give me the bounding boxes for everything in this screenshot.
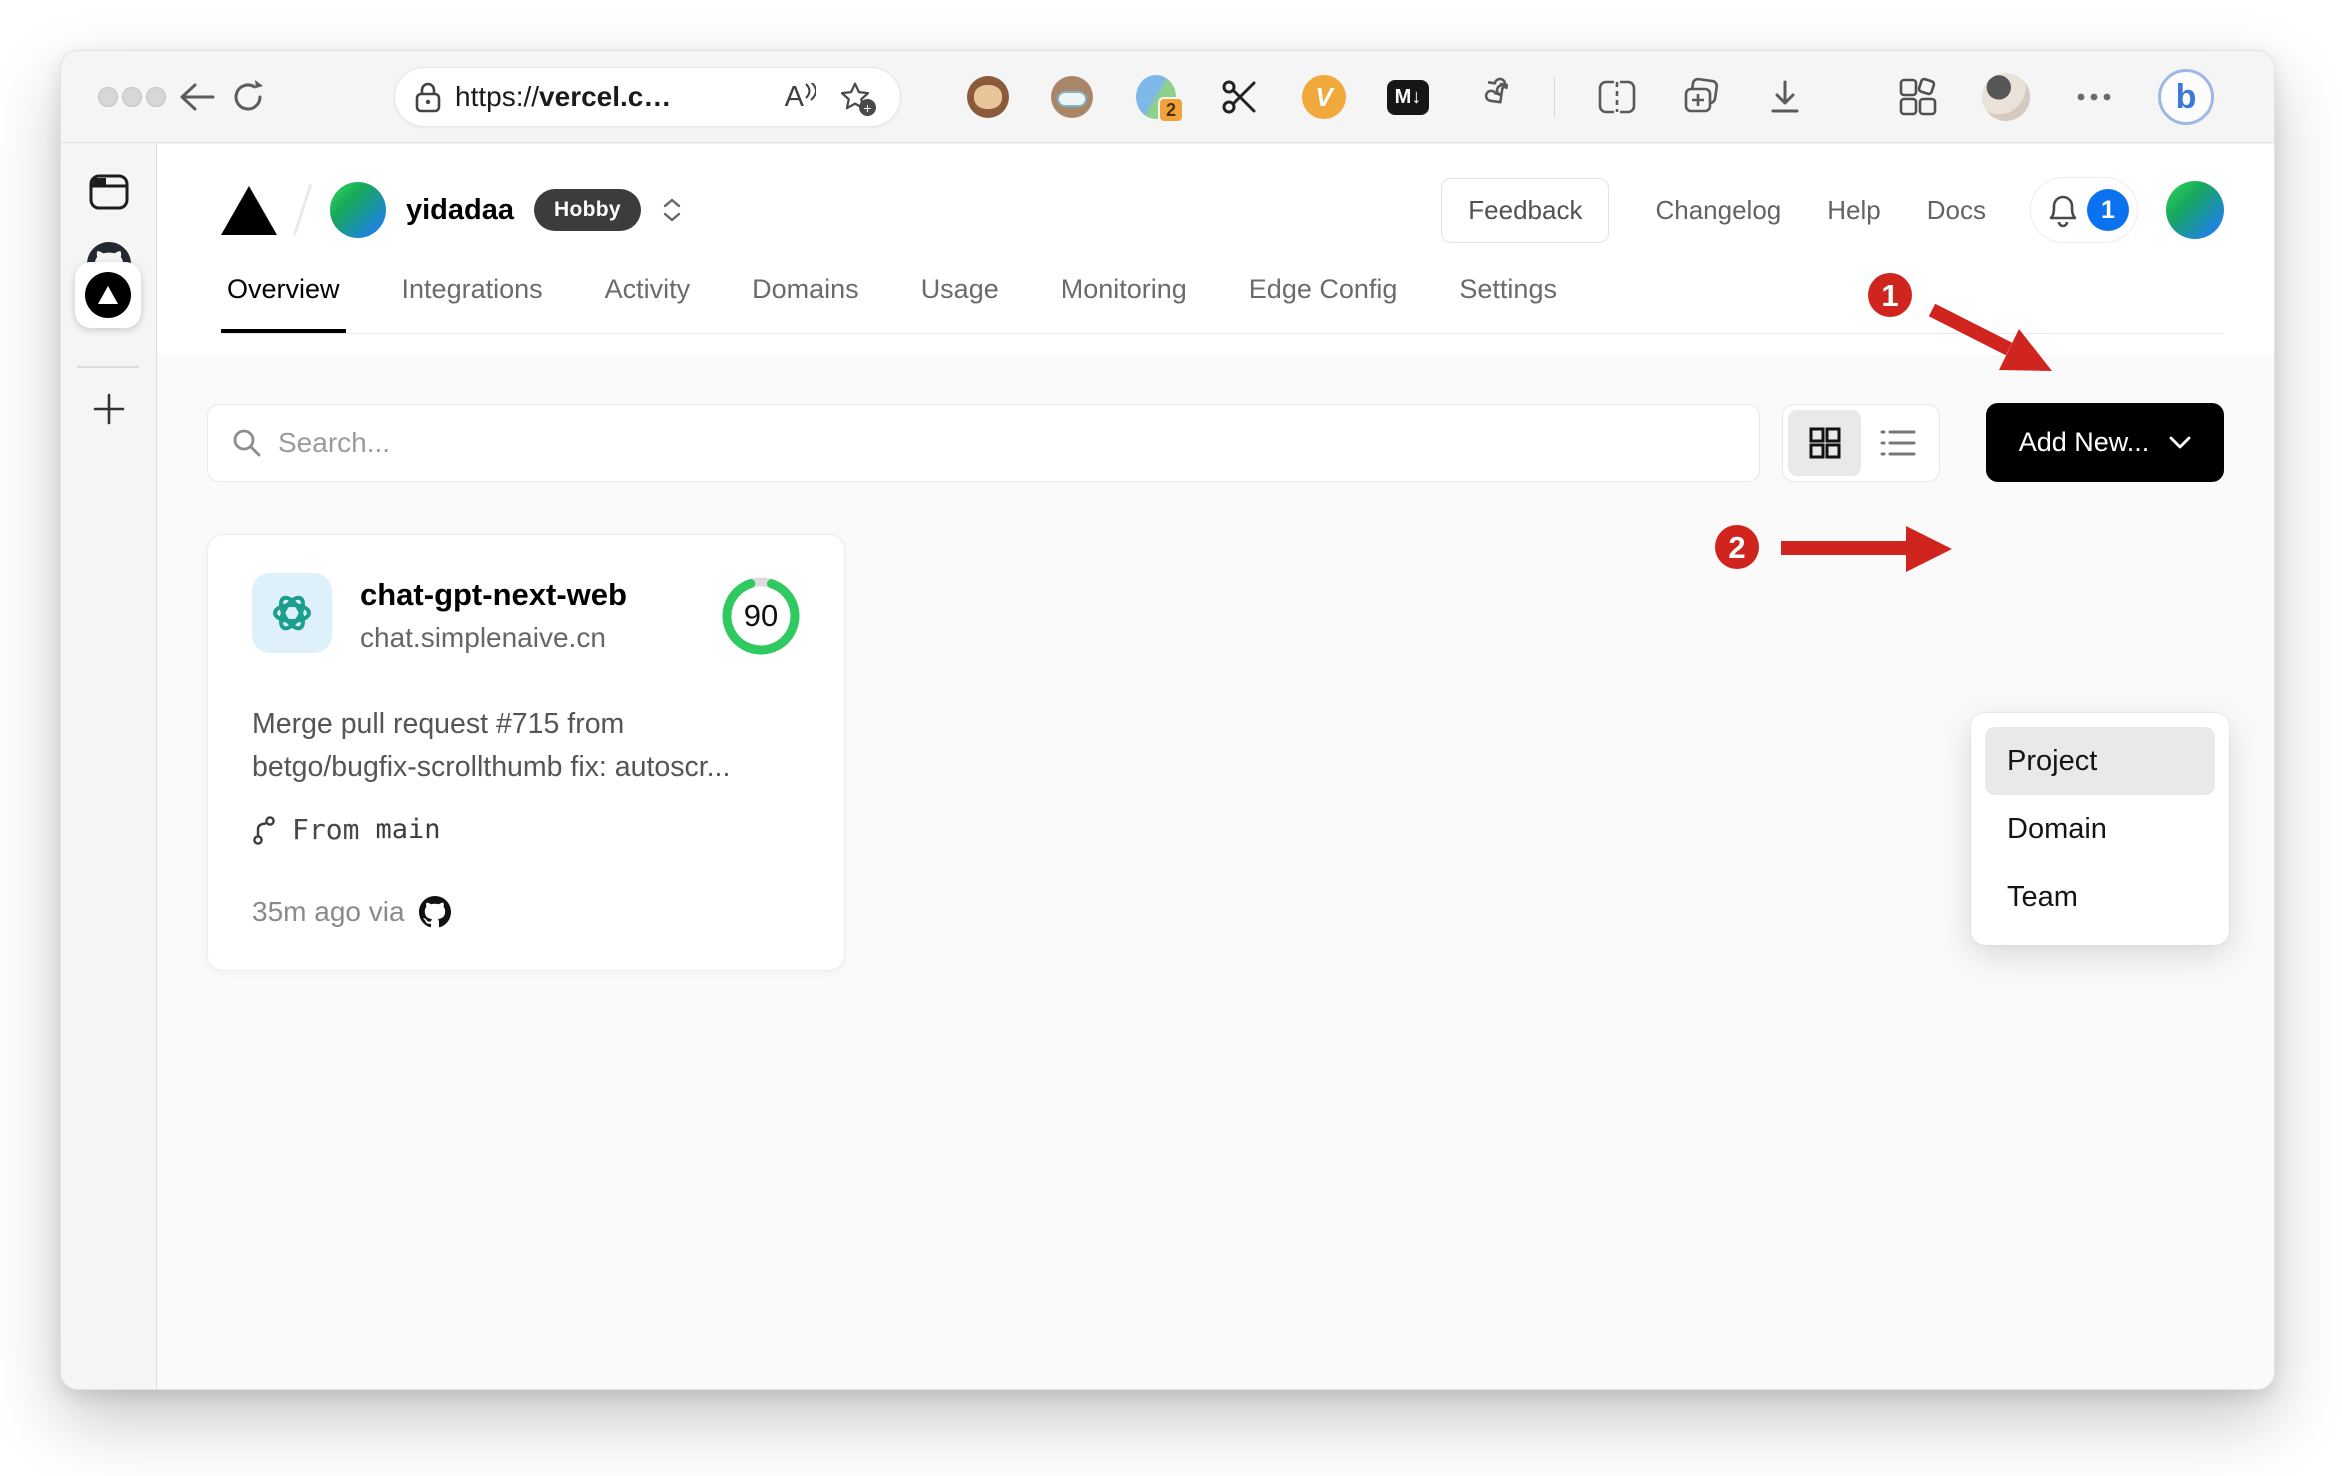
edge-sidebar: [61, 144, 157, 1389]
minimize-window-button[interactable]: [122, 87, 142, 107]
vercel-tab-active[interactable]: [75, 262, 141, 328]
notifications-button[interactable]: 1: [2030, 177, 2138, 243]
team-name[interactable]: yidadaa: [406, 194, 514, 227]
view-toggle: [1782, 403, 1940, 482]
new-tab-plus-icon[interactable]: [61, 392, 157, 426]
bell-icon: [2049, 195, 2077, 228]
tab-activity[interactable]: Activity: [599, 274, 697, 333]
vercel-page: yidadaa Hobby Feedback Changelog Help Do…: [157, 144, 2274, 1389]
project-search[interactable]: [207, 403, 1760, 482]
more-menu-icon[interactable]: [2072, 75, 2116, 119]
scissors-extension-icon[interactable]: [1218, 75, 1262, 119]
search-icon: [233, 429, 261, 456]
favorites-star-icon[interactable]: +: [838, 80, 876, 116]
dropdown-item-project[interactable]: Project: [1985, 727, 2215, 795]
address-bar[interactable]: https://vercel.c… A +: [394, 67, 901, 127]
extensions-row: 2 V M↓: [966, 51, 1807, 143]
url-text: https://vercel.c…: [455, 81, 672, 112]
search-input[interactable]: [278, 426, 1749, 459]
markdown-extension-icon[interactable]: M↓: [1386, 75, 1430, 119]
user-avatar[interactable]: [2166, 181, 2224, 239]
dropdown-item-domain[interactable]: Domain: [1985, 795, 2215, 863]
branch-name: main: [375, 814, 441, 845]
translate-extension-icon[interactable]: 2: [1134, 75, 1184, 123]
vercel-nav-tabs: Overview Integrations Activity Domains U…: [221, 274, 2224, 334]
split-screen-icon[interactable]: [1595, 75, 1639, 119]
refresh-icon[interactable]: [226, 75, 270, 119]
tampermonkey-icon[interactable]: [966, 75, 1010, 119]
dropdown-item-team[interactable]: Team: [1985, 863, 2215, 931]
github-icon: [418, 896, 451, 928]
browser-window: https://vercel.c… A + 2 V M↓ b yidadaa H…: [60, 50, 2275, 1390]
project-card[interactable]: chat-gpt-next-web chat.simplenaive.cn 90: [207, 534, 845, 971]
branch-from-label: From: [292, 813, 360, 846]
add-new-dropdown: Project Domain Team: [1971, 713, 2229, 945]
chevron-down-icon: [2169, 436, 2191, 449]
openai-project-icon: [252, 573, 332, 653]
team-switcher-icon[interactable]: [663, 198, 681, 222]
add-new-button[interactable]: Add New...: [1986, 403, 2224, 482]
tab-usage[interactable]: Usage: [915, 274, 1005, 333]
grid-view-button[interactable]: [1788, 409, 1861, 476]
v-extension-icon[interactable]: V: [1302, 75, 1346, 119]
tab-overview[interactable]: Overview: [221, 274, 346, 333]
extensions-puzzle-icon[interactable]: [1470, 75, 1514, 119]
plan-badge: Hobby: [534, 189, 641, 231]
changelog-link[interactable]: Changelog: [1655, 195, 1781, 226]
team-avatar[interactable]: [330, 182, 386, 238]
notification-count-badge: 1: [2087, 189, 2129, 231]
deploy-meta: 35m ago via: [252, 896, 405, 927]
browser-toolbar: https://vercel.c… A + 2 V M↓ b: [61, 51, 2274, 143]
score-value: 90: [743, 598, 779, 633]
apps-grid-icon[interactable]: [1896, 75, 1940, 119]
git-branch-icon: [253, 815, 275, 845]
toolbar-divider: [1554, 77, 1555, 117]
lock-icon: [415, 82, 441, 113]
tab-settings[interactable]: Settings: [1453, 274, 1563, 333]
docs-link[interactable]: Docs: [1927, 195, 1986, 226]
translate-badge: 2: [1158, 97, 1184, 123]
breadcrumb-slash: [292, 183, 313, 237]
back-icon[interactable]: [175, 75, 219, 119]
tab-domains[interactable]: Domains: [746, 274, 865, 333]
tab-edge-config[interactable]: Edge Config: [1243, 274, 1404, 333]
collections-icon[interactable]: [1679, 75, 1723, 119]
close-window-button[interactable]: [98, 87, 118, 107]
sidebar-divider: [77, 366, 139, 368]
traffic-lights: [98, 87, 166, 107]
zoom-window-button[interactable]: [146, 87, 166, 107]
vercel-logo[interactable]: [221, 185, 277, 235]
bing-chat-icon[interactable]: b: [2158, 69, 2214, 125]
commit-message[interactable]: Merge pull request #715 from betgo/bugfi…: [252, 703, 804, 789]
tab-monitoring[interactable]: Monitoring: [1055, 274, 1193, 333]
list-view-icon: [1880, 430, 1915, 455]
toolbar-right: b: [1896, 51, 2214, 143]
project-domain[interactable]: chat.simplenaive.cn: [360, 622, 718, 654]
analytics-score-ring[interactable]: 90: [718, 573, 804, 659]
help-link[interactable]: Help: [1827, 195, 1880, 226]
browser-profile-avatar[interactable]: [1982, 73, 2030, 121]
project-name[interactable]: chat-gpt-next-web: [360, 573, 718, 613]
avatar-extension-icon[interactable]: [1050, 75, 1094, 119]
sidebar-pane-icon[interactable]: [61, 174, 157, 210]
downloads-icon[interactable]: [1763, 75, 1807, 119]
list-view-button[interactable]: [1861, 410, 1934, 476]
read-aloud-icon[interactable]: A: [785, 81, 816, 114]
grid-view-icon: [1809, 427, 1840, 458]
feedback-button[interactable]: Feedback: [1441, 177, 1610, 243]
tab-integrations[interactable]: Integrations: [396, 274, 549, 333]
